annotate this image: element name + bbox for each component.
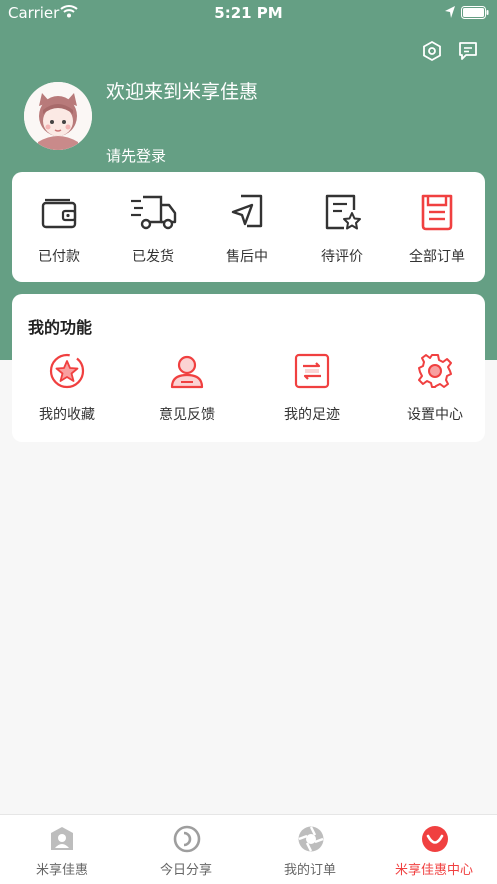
- share-icon: [173, 825, 201, 853]
- wallet-icon: [41, 198, 77, 229]
- settings-icon[interactable]: [421, 40, 443, 62]
- functions-card: 我的功能 我的收藏 意见反馈 我的足迹 设置中心: [12, 294, 485, 442]
- home-icon: [51, 827, 73, 850]
- footprint-label: 我的足迹: [284, 407, 340, 423]
- favorites-button[interactable]: 我的收藏: [12, 352, 122, 424]
- battery-icon: [461, 6, 489, 19]
- welcome-title: 欢迎来到米享佳惠: [106, 81, 259, 103]
- star-icon: [49, 353, 85, 389]
- avatar[interactable]: [24, 82, 92, 150]
- functions-title: 我的功能: [28, 318, 93, 337]
- tab-bar: 米享佳惠 今日分享 我的订单 米享佳惠中心: [0, 814, 497, 884]
- order-aftersale-label: 售后中: [226, 249, 268, 265]
- aperture-icon: [298, 826, 324, 852]
- status-bar: Carrier 5:21 PM: [0, 0, 497, 26]
- gear-icon: [418, 354, 452, 388]
- tab-orders-label: 我的订单: [283, 863, 336, 878]
- order-list-icon: [421, 194, 453, 231]
- order-paid[interactable]: 已付款: [12, 172, 106, 282]
- tab-orders[interactable]: 我的订单: [248, 815, 372, 884]
- order-paid-label: 已付款: [38, 249, 80, 265]
- truck-icon: [131, 195, 177, 230]
- order-all[interactable]: 全部订单: [390, 172, 484, 282]
- order-shipped[interactable]: 已发货: [106, 172, 200, 282]
- feedback-label: 意见反馈: [159, 407, 215, 423]
- order-review-label: 待评价: [321, 249, 363, 265]
- footprint-icon: [294, 353, 330, 389]
- location-arrow-icon: [445, 6, 455, 18]
- order-shipped-label: 已发货: [132, 249, 174, 265]
- review-star-icon: [325, 194, 361, 230]
- tab-share[interactable]: 今日分享: [124, 815, 248, 884]
- avatar-illustration: [24, 82, 92, 150]
- orders-card: 已付款 已发货 售后中 待评价 全部订单: [12, 172, 485, 282]
- send-icon: [231, 194, 263, 228]
- tab-share-label: 今日分享: [159, 863, 212, 878]
- login-link[interactable]: 请先登录: [106, 145, 166, 166]
- message-icon[interactable]: [457, 40, 479, 62]
- tab-center-label: 米享佳惠中心: [394, 863, 473, 878]
- tab-center[interactable]: 米享佳惠中心: [372, 815, 496, 884]
- feedback-button[interactable]: 意见反馈: [132, 352, 242, 424]
- tab-home-label: 米享佳惠: [35, 863, 88, 878]
- clock: 5:21 PM: [214, 4, 283, 22]
- user-icon: [170, 355, 204, 389]
- order-aftersale[interactable]: 售后中: [200, 172, 294, 282]
- settings-center-button[interactable]: 设置中心: [380, 352, 490, 424]
- order-review[interactable]: 待评价: [295, 172, 389, 282]
- settings-center-label: 设置中心: [407, 407, 463, 423]
- footprint-button[interactable]: 我的足迹: [257, 352, 367, 424]
- tab-home[interactable]: 米享佳惠: [0, 815, 124, 884]
- order-all-label: 全部订单: [409, 249, 465, 265]
- favorites-label: 我的收藏: [39, 407, 95, 423]
- smile-icon: [422, 826, 448, 852]
